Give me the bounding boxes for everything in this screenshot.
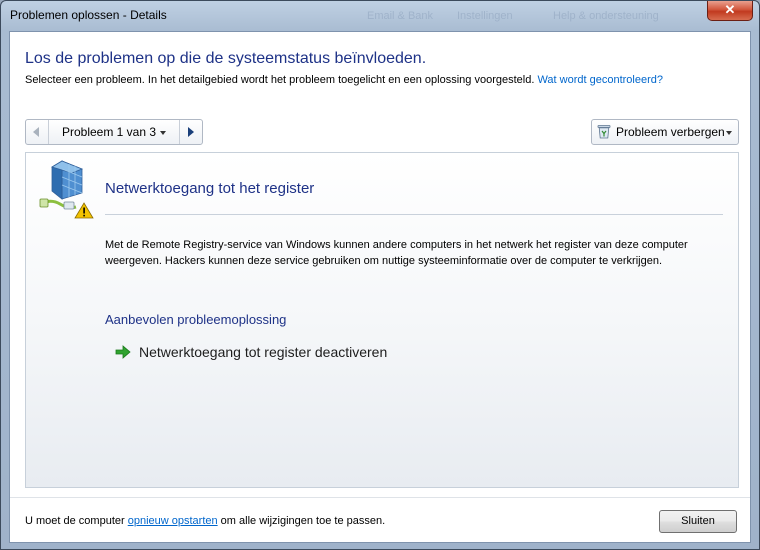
page-heading: Los de problemen op die de systeemstatus… [25,50,427,67]
green-arrow-icon [115,345,131,359]
problem-title: Netwerktoegang tot het register [105,180,315,197]
network-registry-warning-icon [39,160,94,219]
previous-problem-button[interactable] [26,120,49,144]
arrow-right-icon [188,127,194,137]
page-subtitle: Selecteer een probleem. In het detailgeb… [25,74,663,86]
subtitle-text: Selecteer een probleem. In het detailgeb… [25,74,535,86]
details-window: Problemen oplossen - Details Email & Ban… [0,0,760,550]
problem-detail-panel: Netwerktoegang tot het register Met de R… [25,152,739,488]
divider [105,214,723,215]
close-button[interactable]: Sluiten [659,510,737,533]
recycle-bin-icon [597,125,611,139]
window-title: Problemen oplossen - Details [10,8,167,22]
chevron-down-icon [160,130,167,135]
hide-problem-label: Probleem verbergen [616,125,725,139]
title-bar[interactable]: Problemen oplossen - Details Email & Ban… [1,1,759,31]
background-title: Help & ondersteuning [553,10,659,22]
restart-notice-after: om alle wijzigingen toe te passen. [217,515,386,527]
problem-selector-dropdown[interactable]: Probleem 1 van 3 [49,120,179,144]
next-problem-button[interactable] [179,120,202,144]
restart-notice: U moet de computer opnieuw opstarten om … [25,515,385,527]
background-title: Email & Bank [367,10,434,22]
background-title: Instellingen [457,10,513,22]
arrow-left-icon [33,127,39,137]
client-area: Los de problemen op die de systeemstatus… [9,31,751,543]
restart-link[interactable]: opnieuw opstarten [128,515,218,527]
chevron-down-icon [726,131,732,135]
hide-problem-button[interactable]: Probleem verbergen [591,119,739,145]
problem-description: Met de Remote Registry-service van Windo… [105,239,688,267]
window-close-button[interactable]: ✕ [707,1,753,21]
problem-navigator: Probleem 1 van 3 [25,119,203,145]
restart-notice-before: U moet de computer [25,515,128,527]
fix-label: Netwerktoegang tot register deactiveren [139,344,388,360]
footer-divider [10,497,750,498]
recommendation-heading: Aanbevolen probleemoplossing [105,312,287,327]
what-is-checked-link[interactable]: Wat wordt gecontroleerd? [537,74,663,86]
problem-counter-label: Probleem 1 van 3 [61,125,157,139]
